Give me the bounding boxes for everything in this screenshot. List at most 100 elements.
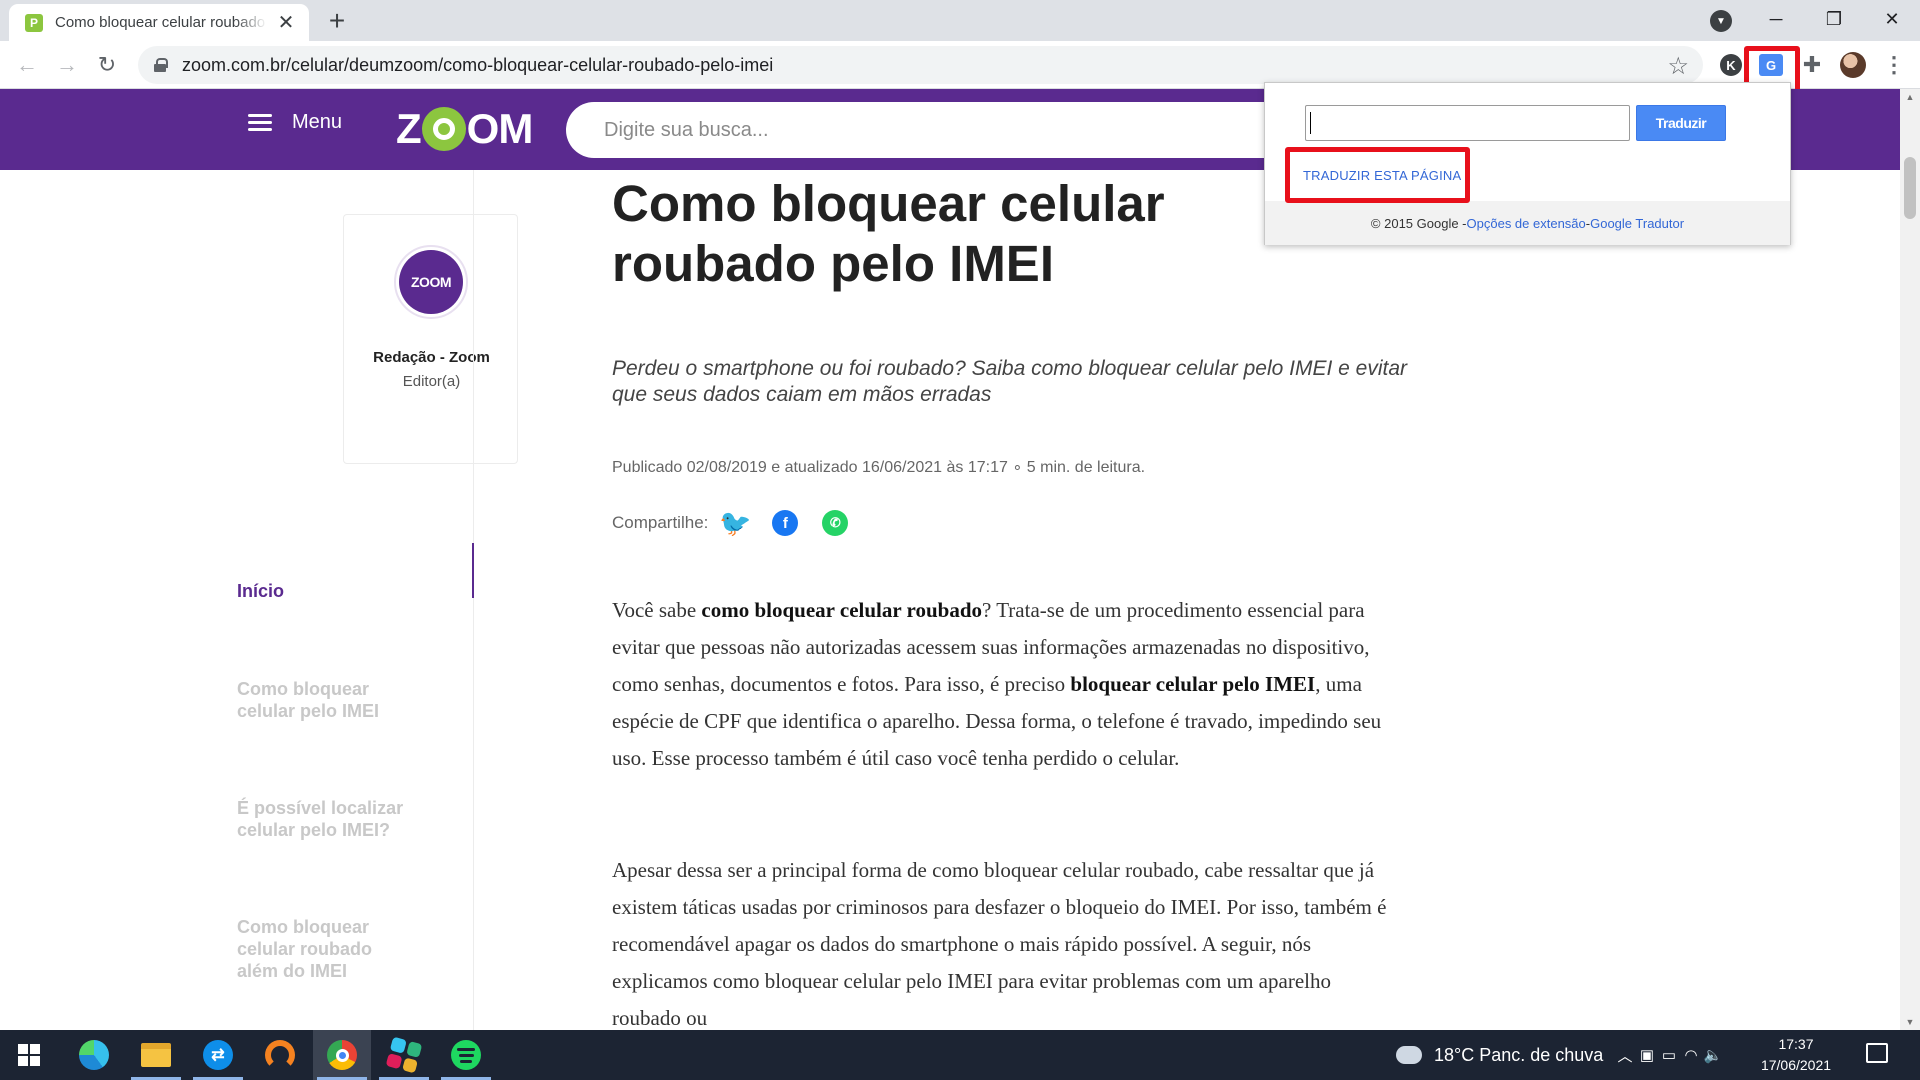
spotify-icon (451, 1040, 481, 1070)
footer-copyright: © 2015 Google - (1370, 215, 1467, 231)
clock-date: 17/06/2021 (1760, 1057, 1832, 1073)
chrome-icon (327, 1040, 357, 1070)
extension-options-link[interactable]: Opções de extensão (1467, 216, 1586, 231)
scroll-down-icon[interactable]: ▼ (1900, 1014, 1920, 1030)
taskbar-slack[interactable] (375, 1030, 433, 1080)
browser-menu-button[interactable]: ⋮ (1879, 50, 1909, 80)
p1-bold-b: bloquear celular pelo IMEI (1070, 672, 1316, 696)
weather-text: 18°C Panc. de chuva (1434, 1044, 1604, 1065)
restore-icon[interactable]: ❐ (1812, 4, 1856, 34)
windows-logo-icon (18, 1044, 40, 1066)
weather-cloud-icon (1393, 1040, 1422, 1064)
google-translator-link[interactable]: Google Tradutor (1590, 216, 1684, 231)
minimize-icon[interactable]: ─ (1754, 4, 1798, 34)
logo-z: Z (396, 105, 422, 152)
translate-popup-footer: © 2015 Google - Opções de extensão - Goo… (1265, 201, 1790, 245)
taskbar-teamviewer[interactable]: ⇄ (189, 1030, 247, 1080)
extension-k-icon: K (1720, 54, 1742, 76)
tab-title: Como bloquear celular roubado pelo IMEI (55, 14, 267, 31)
taskbar-clock[interactable]: 17:37 17/06/2021 (1748, 1034, 1844, 1076)
author-card: ZOOM Redação - Zoom Editor(a) (343, 214, 518, 464)
forward-arrow-icon[interactable]: → (53, 51, 81, 79)
twitter-icon[interactable]: 🐦 (719, 508, 751, 538)
taskbar-file-explorer[interactable] (127, 1030, 185, 1080)
share-label: Compartilhe: (612, 513, 709, 532)
close-window-icon[interactable]: ✕ (1870, 4, 1914, 34)
scroll-thumb[interactable] (1904, 157, 1916, 219)
edge-icon (79, 1040, 109, 1070)
hamburger-icon (248, 113, 272, 132)
site-search[interactable] (566, 102, 1266, 158)
toc-item-bloquear-imei[interactable]: Como bloquear celular pelo IMEI (237, 678, 417, 722)
address-bar[interactable]: zoom.com.br/celular/deumzoom/como-bloque… (138, 46, 1703, 84)
headphones-app-icon (265, 1040, 295, 1070)
browser-tabstrip: P Como bloquear celular roubado pelo IME… (0, 0, 1920, 41)
teamviewer-icon: ⇄ (203, 1040, 233, 1070)
article-paragraph-2: Apesar dessa ser a principal forma de co… (612, 858, 1387, 1030)
logo-om: OM (466, 105, 534, 152)
folder-icon (141, 1043, 171, 1067)
toc-item-alem-imei[interactable]: Como bloquear celular roubado além do IM… (237, 916, 417, 982)
profile-button[interactable] (1838, 50, 1868, 80)
toc-item-inicio[interactable]: Início (237, 580, 417, 602)
p1-bold-a: como bloquear celular roubado (701, 598, 983, 622)
site-search-input[interactable] (604, 118, 1204, 142)
bookmark-star-icon[interactable]: ☆ (1667, 52, 1689, 81)
lock-icon[interactable] (154, 58, 168, 72)
toc-active-indicator (472, 543, 474, 598)
volume-icon[interactable]: 🔈 (1702, 1030, 1724, 1080)
translate-button[interactable]: Traduzir (1636, 105, 1726, 141)
translate-text-input[interactable] (1305, 105, 1630, 141)
address-url[interactable]: zoom.com.br/celular/deumzoom/como-bloque… (182, 55, 773, 76)
notifications-icon[interactable] (1866, 1043, 1888, 1063)
translate-this-page-link[interactable]: TRADUZIR ESTA PÁGINA (1303, 168, 1461, 183)
extensions-button[interactable]: ✚ (1797, 50, 1827, 80)
taskbar-edge[interactable] (65, 1030, 123, 1080)
taskbar-chrome[interactable] (313, 1030, 371, 1080)
article-meta: Publicado 02/08/2019 e atualizado 16/06/… (612, 459, 1146, 476)
google-translate-extension-button[interactable]: G (1756, 50, 1786, 80)
article-paragraph-1: Você sabe como bloquear celular roubado?… (612, 592, 1392, 777)
new-tab-button[interactable]: + (322, 7, 352, 37)
start-button[interactable] (0, 1030, 58, 1080)
browser-tab[interactable]: P Como bloquear celular roubado pelo IME… (9, 4, 309, 41)
kebab-menu-icon: ⋮ (1883, 52, 1905, 77)
meet-now-icon[interactable]: ▣ (1636, 1030, 1658, 1080)
weather-widget[interactable]: 18°C Panc. de chuva (1393, 1030, 1604, 1080)
tab-search-icon[interactable]: ▼ (1710, 10, 1732, 32)
google-translate-popup: Traduzir TRADUZIR ESTA PÁGINA © 2015 Goo… (1264, 82, 1791, 245)
chevron-up-icon[interactable]: ︿ (1614, 1030, 1636, 1080)
battery-icon[interactable]: ▭ (1658, 1030, 1680, 1080)
author-avatar[interactable]: ZOOM (394, 245, 468, 319)
zoom-logo[interactable]: Z OM (396, 105, 534, 153)
scroll-up-icon[interactable]: ▲ (1900, 89, 1920, 105)
puzzle-icon: ✚ (1802, 52, 1822, 77)
author-avatar-logo: ZOOM (399, 250, 463, 314)
reload-icon[interactable]: ↻ (93, 51, 121, 79)
article-title: Como bloquear celular roubado pelo IMEI (612, 175, 1165, 292)
p1-text-a: Você sabe (612, 598, 702, 622)
wifi-icon[interactable]: ◠ (1680, 1030, 1702, 1080)
share-bar: Compartilhe: 🐦 f ✆ (612, 508, 872, 538)
article-subtitle: Perdeu o smartphone ou foi roubado? Saib… (612, 357, 1407, 406)
taskbar-spotify[interactable] (437, 1030, 495, 1080)
text-cursor (1310, 112, 1311, 134)
page-scrollbar[interactable]: ▲ ▼ (1900, 89, 1920, 1030)
toc-item-localizar-imei[interactable]: É possível localizar celular pelo IMEI? (237, 797, 417, 841)
clock-time: 17:37 (1778, 1036, 1814, 1052)
author-role: Editor(a) (402, 373, 461, 390)
site-menu-button[interactable]: Menu (248, 111, 342, 134)
taskbar-orange-app[interactable] (251, 1030, 309, 1080)
zoom-favicon-icon: P (25, 13, 43, 32)
extension-k-button[interactable]: K (1716, 50, 1746, 80)
profile-avatar (1840, 52, 1866, 78)
tab-close-icon[interactable]: ✕ (275, 12, 297, 34)
whatsapp-icon[interactable]: ✆ (822, 510, 849, 536)
author-name[interactable]: Redação - Zoom (344, 349, 519, 366)
google-translate-icon: G (1759, 54, 1783, 76)
sidebar-divider (473, 170, 474, 1030)
menu-label: Menu (292, 111, 343, 133)
slack-icon (385, 1036, 423, 1074)
facebook-icon[interactable]: f (772, 510, 799, 536)
back-arrow-icon[interactable]: ← (13, 51, 41, 79)
